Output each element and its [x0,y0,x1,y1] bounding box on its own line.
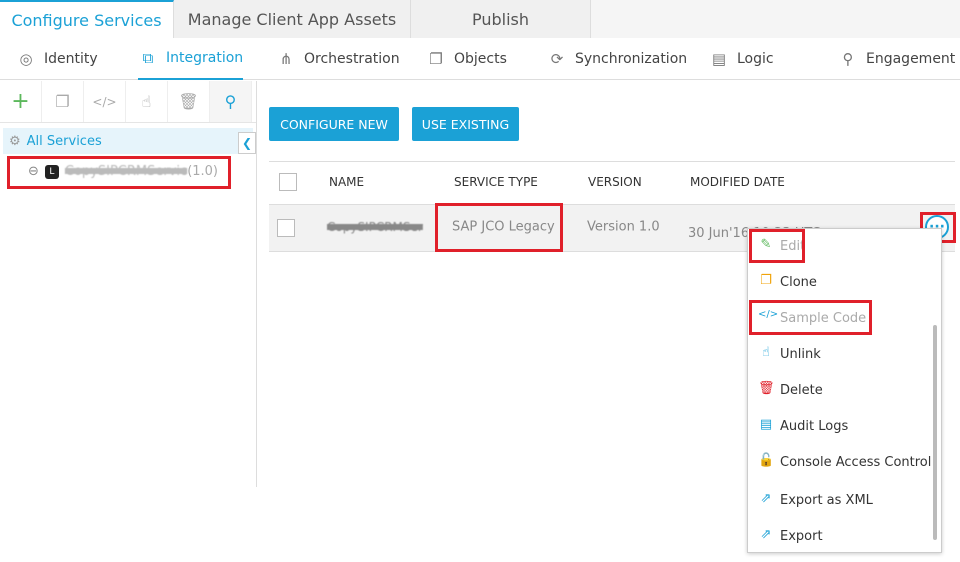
subnav-identity[interactable]: ◎ Identity [16,38,98,80]
select-all-checkbox[interactable] [279,173,297,191]
use-existing-button[interactable]: USE EXISTING [412,107,519,141]
add-icon[interactable]: + [0,81,42,122]
subnav-label: Engagement [866,50,956,67]
col-name[interactable]: NAME [329,175,364,189]
subnav-objects[interactable]: ❐ Objects [426,38,507,80]
subnav-label: Identity [44,50,98,67]
col-modified-date[interactable]: MODIFIED DATE [690,175,785,189]
col-service-type[interactable]: SERVICE TYPE [454,175,538,189]
trash-icon: 🗑 [758,381,775,396]
menu-clone[interactable]: ❐ Clone [758,273,817,291]
subnav-label: Objects [454,50,507,67]
collapse-sidebar-button[interactable]: ❮ [238,132,256,154]
col-version[interactable]: VERSION [588,175,642,189]
row-version: Version 1.0 [587,219,660,235]
engagement-icon: ⚲ [842,49,854,68]
menu-label: Unlink [780,346,821,362]
tab-publish[interactable]: Publish [411,0,591,38]
integration-icon: ⧉ [142,48,154,67]
subnav-label: Orchestration [304,50,400,67]
orchestration-icon: ⋔ [279,49,293,68]
subnav-logic[interactable]: ▤ Logic [709,38,774,80]
sidebar: + ❐ </> ☝ 🗑 ⚲ ⚙ All Services ❮ ⊖ L CopySI… [0,81,257,487]
subnav-synchronization[interactable]: ⟳ Synchronization [547,38,687,80]
menu-delete[interactable]: 🗑 Delete [758,381,823,399]
menu-scrollbar[interactable] [933,325,937,540]
menu-audit-logs[interactable]: ▤ Audit Logs [758,417,848,435]
subnav-engagement[interactable]: ⚲ Engagement [838,38,956,80]
row-checkbox[interactable] [277,219,295,237]
objects-icon: ❐ [429,49,443,68]
menu-label: Clone [780,274,817,290]
export-icon: ⇗ [760,527,772,542]
configure-new-button[interactable]: CONFIGURE NEW [269,107,399,141]
sidebar-toolbar: + ❐ </> ☝ 🗑 ⚲ [0,81,256,123]
menu-label: Console Access Control [780,454,932,470]
logs-icon: ▤ [759,417,773,432]
clone-icon: ❐ [760,273,772,288]
actions-menu: ✎ Edit ❐ Clone </> Sample Code ☝ Unlink 🗑 Del… [747,228,942,553]
highlight-box [749,300,872,335]
subnav-label: Synchronization [575,50,688,67]
menu-export[interactable]: ⇗ Export [758,527,823,545]
unlink-icon: ☝ [762,345,770,360]
subnav-integration[interactable]: ⧉ Integration [138,38,244,80]
lock-icon: 🔓 [758,453,775,468]
search-icon[interactable]: ⚲ [210,81,252,122]
copy-icon[interactable]: ❐ [42,81,84,122]
subnav-orchestration[interactable]: ⋔ Orchestration [276,38,400,80]
table-divider [269,161,955,162]
highlight-box [435,203,563,252]
subnav-label: Integration [166,49,244,66]
menu-label: Export [780,528,823,544]
row-name: CopySIPCRMSer [327,220,423,234]
menu-export-xml[interactable]: ⇗ Export as XML [758,491,873,509]
menu-label: Audit Logs [780,418,849,434]
logic-icon: ▤ [711,49,727,68]
menu-label: Export as XML [780,492,873,508]
menu-unlink[interactable]: ☝ Unlink [758,345,821,363]
highlight-box [749,229,805,263]
tab-configure-services[interactable]: Configure Services [0,0,174,38]
gear-icon: ⚙ [9,133,21,149]
menu-console-access-control[interactable]: 🔓 Console Access Control [758,453,931,471]
all-services[interactable]: ⚙ All Services [3,128,253,154]
highlight-box [7,156,231,189]
unlink-icon[interactable]: ☝ [126,81,168,122]
delete-icon[interactable]: 🗑 [168,81,210,122]
fingerprint-icon: ◎ [19,49,33,68]
sub-nav: ◎ Identity ⧉ Integration ⋔ Orchestration ❐ O… [0,38,960,80]
all-services-label: All Services [26,133,102,149]
export-icon: ⇗ [760,491,772,506]
code-icon[interactable]: </> [84,81,126,122]
menu-label: Delete [780,382,823,398]
sync-icon: ⟳ [550,49,564,68]
top-tabs: Configure Services Manage Client App Ass… [0,0,960,38]
subnav-label: Logic [737,50,774,67]
tab-manage-client-app-assets[interactable]: Manage Client App Assets [174,0,411,38]
